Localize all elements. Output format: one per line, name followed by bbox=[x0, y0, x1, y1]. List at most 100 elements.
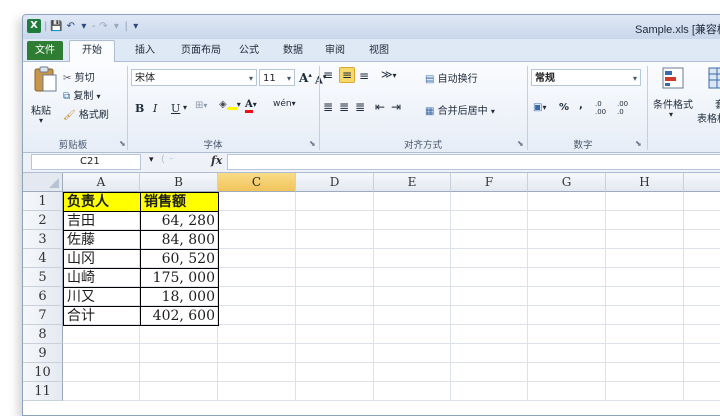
decrease-indent-button[interactable]: ⇤ bbox=[375, 100, 385, 114]
grid-cell[interactable] bbox=[218, 211, 296, 230]
grid-cell[interactable] bbox=[528, 344, 606, 363]
column-header-h[interactable]: H bbox=[606, 173, 684, 192]
fill-color-button[interactable]: ◈ ▾ bbox=[219, 99, 241, 110]
orientation-button[interactable]: ≫▾ bbox=[381, 68, 397, 81]
grid-cell[interactable] bbox=[218, 325, 296, 344]
grid-cell[interactable] bbox=[140, 325, 218, 344]
formula-input[interactable] bbox=[227, 154, 720, 170]
tab-review[interactable]: 审阅 bbox=[317, 41, 353, 60]
undo-icon[interactable]: ↶ bbox=[66, 21, 76, 32]
grid-cell[interactable] bbox=[606, 287, 684, 306]
grid-cell[interactable] bbox=[606, 325, 684, 344]
grid-cell[interactable] bbox=[63, 344, 140, 363]
name-box[interactable]: C21 bbox=[31, 154, 141, 170]
grid-cell[interactable] bbox=[218, 287, 296, 306]
grid-cell[interactable] bbox=[451, 211, 528, 230]
grid-cell[interactable] bbox=[451, 382, 528, 401]
row-header-5[interactable]: 5 bbox=[23, 268, 63, 287]
decrease-decimal-button[interactable]: .00 .0 bbox=[617, 100, 637, 116]
sales-amount-cell[interactable]: 60, 520 bbox=[140, 249, 219, 269]
person-name-cell[interactable]: 川又 bbox=[63, 287, 141, 307]
column-header-f[interactable]: F bbox=[451, 173, 528, 192]
italic-button[interactable]: I bbox=[153, 102, 157, 115]
alignment-launcher-icon[interactable]: ⬊ bbox=[517, 139, 524, 148]
bold-button[interactable]: B bbox=[135, 102, 144, 115]
grid-cell[interactable] bbox=[63, 382, 140, 401]
grid-cell[interactable] bbox=[528, 382, 606, 401]
grid-cell[interactable] bbox=[606, 363, 684, 382]
grid-cell[interactable] bbox=[528, 363, 606, 382]
grid-cell[interactable] bbox=[451, 287, 528, 306]
grid-cell[interactable] bbox=[684, 306, 720, 325]
row-header-4[interactable]: 4 bbox=[23, 249, 63, 268]
grid-cell[interactable] bbox=[374, 382, 451, 401]
grid-cell[interactable] bbox=[684, 249, 720, 268]
number-launcher-icon[interactable]: ⬊ bbox=[635, 139, 642, 148]
sales-amount-cell[interactable]: 402, 600 bbox=[140, 306, 219, 326]
wrap-text-button[interactable]: ▤ 自动换行 bbox=[425, 70, 478, 85]
grid-cell[interactable] bbox=[606, 249, 684, 268]
format-painter-button[interactable]: 🖌 格式刷 bbox=[63, 106, 109, 121]
grid-cell[interactable] bbox=[218, 382, 296, 401]
row-header-7[interactable]: 7 bbox=[23, 306, 63, 325]
grid-cell[interactable] bbox=[684, 344, 720, 363]
grid-cell[interactable] bbox=[528, 192, 606, 211]
grid-cell[interactable] bbox=[296, 211, 374, 230]
grid-cell[interactable] bbox=[296, 268, 374, 287]
grid-cell[interactable] bbox=[451, 363, 528, 382]
grid-cell[interactable] bbox=[606, 192, 684, 211]
grid-cell[interactable] bbox=[296, 363, 374, 382]
grid-cell[interactable] bbox=[374, 344, 451, 363]
grid-cell[interactable] bbox=[528, 287, 606, 306]
align-top-button[interactable]: ≡ bbox=[323, 68, 333, 82]
grid-cell[interactable] bbox=[140, 344, 218, 363]
person-name-cell[interactable]: 山崎 bbox=[63, 268, 141, 288]
sales-amount-cell[interactable]: 64, 280 bbox=[140, 211, 219, 231]
name-box-dropdown-icon[interactable]: ▾ bbox=[149, 155, 154, 165]
grid-cell[interactable] bbox=[140, 363, 218, 382]
header-cell-sales[interactable]: 销售额 bbox=[140, 192, 219, 212]
grid-cell[interactable] bbox=[684, 363, 720, 382]
comma-button[interactable]: , bbox=[579, 100, 583, 111]
grow-font-button[interactable]: A▴ bbox=[299, 70, 312, 85]
grid-cell[interactable] bbox=[451, 344, 528, 363]
row-header-3[interactable]: 3 bbox=[23, 230, 63, 249]
sales-amount-cell[interactable]: 18, 000 bbox=[140, 287, 219, 307]
column-header-c[interactable]: C bbox=[218, 173, 296, 192]
align-left-button[interactable]: ≣ bbox=[323, 100, 333, 114]
increase-indent-button[interactable]: ⇥ bbox=[391, 100, 401, 114]
row-header-9[interactable]: 9 bbox=[23, 344, 63, 363]
header-cell-person[interactable]: 负责人 bbox=[63, 192, 141, 212]
tab-view[interactable]: 视图 bbox=[361, 41, 397, 60]
grid-cell[interactable] bbox=[684, 382, 720, 401]
font-size-select[interactable]: 11 ▾ bbox=[259, 69, 295, 86]
grid-cell[interactable] bbox=[218, 363, 296, 382]
person-name-cell[interactable]: 合计 bbox=[63, 306, 141, 326]
redo-dropdown-icon[interactable]: ▾ bbox=[111, 21, 121, 32]
borders-button[interactable]: ⊞▾ bbox=[195, 100, 207, 111]
person-name-cell[interactable]: 吉田 bbox=[63, 211, 141, 231]
grid-cell[interactable] bbox=[451, 306, 528, 325]
font-color-button[interactable]: A▾ bbox=[245, 99, 257, 113]
grid-cell[interactable] bbox=[374, 325, 451, 344]
merge-center-button[interactable]: ▦ 合并后居中 ▾ bbox=[425, 102, 495, 117]
grid-cell[interactable] bbox=[296, 230, 374, 249]
cut-button[interactable]: ✂ 剪切 bbox=[63, 69, 95, 84]
grid-cell[interactable] bbox=[528, 306, 606, 325]
undo-dropdown-icon[interactable]: ▾ bbox=[79, 21, 89, 32]
redo-icon[interactable]: ↷ bbox=[98, 21, 108, 32]
grid-cell[interactable] bbox=[296, 325, 374, 344]
font-launcher-icon[interactable]: ⬊ bbox=[309, 139, 316, 148]
insert-function-icon[interactable]: fx bbox=[211, 154, 222, 167]
grid-cell[interactable] bbox=[374, 192, 451, 211]
copy-button[interactable]: ⧉ 复制 ▾ bbox=[63, 87, 101, 102]
grid-cell[interactable] bbox=[606, 211, 684, 230]
grid-cell[interactable] bbox=[451, 192, 528, 211]
customize-qat-icon[interactable]: ▾ bbox=[131, 21, 141, 32]
percent-button[interactable]: % bbox=[559, 102, 569, 113]
cancel-entry-icon[interactable]: ( bbox=[161, 154, 165, 165]
align-right-button[interactable]: ≣ bbox=[355, 100, 365, 114]
grid-cell[interactable] bbox=[296, 306, 374, 325]
column-header-b[interactable]: B bbox=[140, 173, 218, 192]
grid-cell[interactable] bbox=[374, 230, 451, 249]
